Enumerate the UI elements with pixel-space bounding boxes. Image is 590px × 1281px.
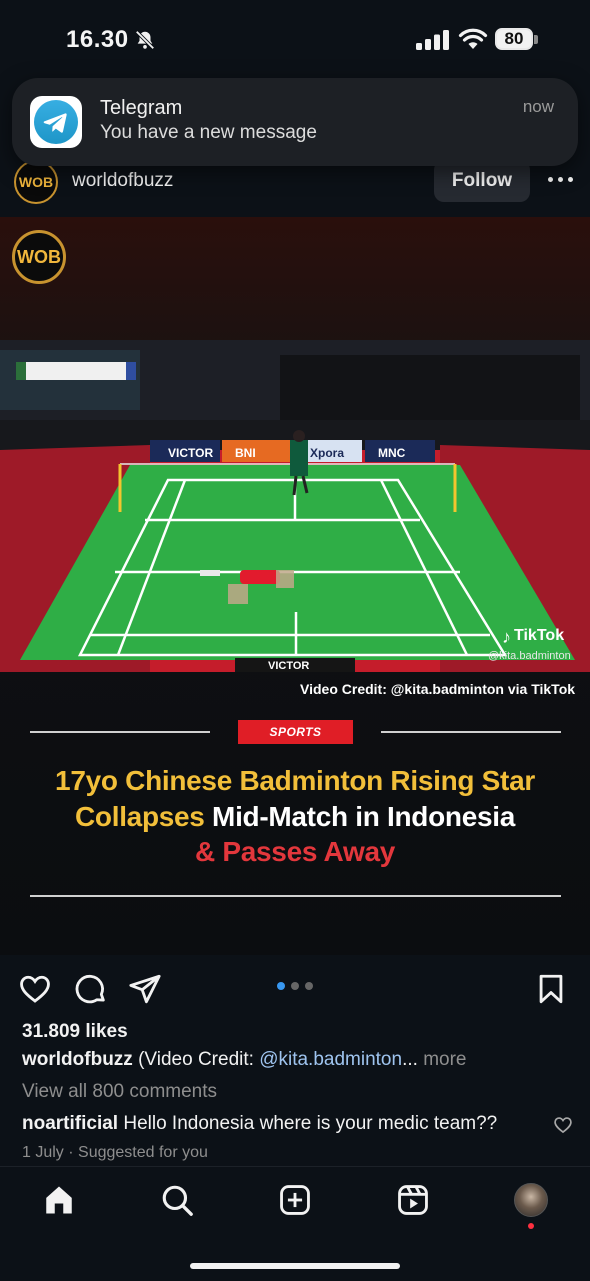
- bottom-navigation: [0, 1166, 590, 1281]
- wob-watermark-logo: WOB: [12, 230, 66, 284]
- court-ad-text: VICTOR: [168, 446, 213, 460]
- video-credit: Video Credit: @kita.badminton via TikTok: [300, 681, 576, 697]
- suggested-label: Suggested for you: [78, 1144, 208, 1161]
- profile-notification-dot: [528, 1223, 534, 1229]
- search-icon[interactable]: [160, 1183, 194, 1217]
- battery-icon: 80: [495, 28, 539, 52]
- divider: [381, 731, 561, 733]
- court-ad-text: VICTOR: [268, 660, 309, 672]
- post-media[interactable]: WOB BNI VICTOR Xpora MNC VICTOR ♪ TikTok…: [0, 217, 590, 955]
- comment-username[interactable]: noartificial: [22, 1113, 118, 1134]
- wifi-icon: [458, 28, 488, 49]
- court-ad-text: BNI: [235, 446, 256, 460]
- caption-mention[interactable]: @kita.badminton: [259, 1049, 402, 1070]
- caption-ellipsis: ...: [402, 1049, 418, 1070]
- category-badge: SPORTS: [238, 720, 353, 744]
- badminton-video-frame: BNI VICTOR Xpora MNC VICTOR ♪ TikTok @ki…: [0, 340, 590, 672]
- notification-app-name: Telegram: [100, 97, 183, 119]
- save-bookmark-icon[interactable]: [534, 972, 568, 1006]
- follow-button[interactable]: Follow: [434, 160, 530, 202]
- create-post-icon[interactable]: [278, 1183, 312, 1217]
- notification-message: You have a new message: [100, 122, 317, 143]
- top-comment[interactable]: noartificial Hello Indonesia where is yo…: [22, 1113, 497, 1135]
- tiktok-handle: @kita.badminton: [488, 650, 571, 662]
- reels-icon[interactable]: [396, 1183, 430, 1217]
- caption-text: (Video Credit:: [132, 1049, 260, 1070]
- headline-line-2: Collapses Mid-Match in Indonesia: [0, 801, 590, 833]
- post-username[interactable]: worldofbuzz: [72, 170, 173, 192]
- headline-line-1: 17yo Chinese Badminton Rising Star: [55, 765, 535, 796]
- comment-icon[interactable]: [74, 972, 108, 1006]
- post-date: 1 July: [22, 1144, 64, 1161]
- post-meta: 1 July · Suggested for you: [22, 1144, 208, 1162]
- like-heart-icon[interactable]: [18, 972, 52, 1006]
- carousel-indicator: [277, 982, 317, 992]
- share-send-icon[interactable]: [128, 972, 162, 1006]
- caption-username[interactable]: worldofbuzz: [22, 1049, 133, 1070]
- tiktok-logo-icon: ♪: [502, 627, 511, 647]
- bell-slash-icon: [135, 30, 155, 50]
- meta-separator: ·: [63, 1144, 79, 1161]
- comment-text: Hello Indonesia where is your medic team…: [118, 1113, 498, 1134]
- battery-level: 80: [504, 29, 524, 48]
- court-ad-text: MNC: [378, 446, 406, 460]
- comment-like-heart-icon[interactable]: [553, 1115, 573, 1135]
- view-all-comments-link[interactable]: View all 800 comments: [22, 1081, 217, 1103]
- post-author-avatar[interactable]: WOB: [14, 160, 58, 204]
- telegram-notification[interactable]: Telegram You have a new message now: [12, 78, 578, 166]
- divider: [30, 731, 210, 733]
- badminton-court-image: BNI VICTOR Xpora MNC VICTOR: [0, 340, 590, 672]
- more-options-icon[interactable]: [546, 168, 576, 192]
- caption-more-link[interactable]: more: [418, 1049, 466, 1070]
- headline-highlight: Collapses: [74, 801, 205, 832]
- home-icon[interactable]: [42, 1183, 76, 1217]
- telegram-icon: [30, 96, 82, 148]
- headline-text: Mid-Match in Indonesia: [204, 801, 516, 832]
- tiktok-label: TikTok: [514, 627, 565, 644]
- home-indicator[interactable]: [190, 1263, 400, 1269]
- divider: [30, 895, 561, 897]
- post-caption[interactable]: worldofbuzz (Video Credit: @kita.badmint…: [22, 1049, 467, 1071]
- profile-avatar[interactable]: [514, 1183, 548, 1217]
- notification-time: now: [522, 97, 554, 116]
- court-ad-text: Xpora: [310, 446, 344, 460]
- signal-icon: [416, 30, 449, 50]
- headline-line-3: & Passes Away: [194, 836, 396, 867]
- status-time: 16.30: [66, 26, 129, 53]
- likes-count[interactable]: 31.809 likes: [22, 1021, 128, 1043]
